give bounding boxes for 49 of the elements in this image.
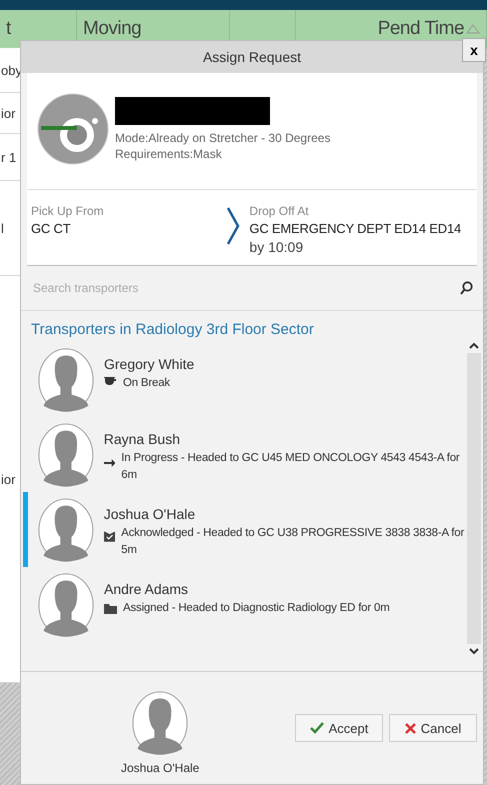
column-header[interactable]: t xyxy=(6,18,11,40)
group-heading: Transporters in Radiology 3rd Floor Sector xyxy=(30,320,315,340)
transporter-status: On Break xyxy=(123,376,170,391)
arrow-icon xyxy=(104,458,116,468)
transporter-item[interactable]: Joshua O'Hale Acknowledged - Headed to GC U38 PROGRESSIVE 3838 3838-A for 5m xyxy=(23,492,465,567)
folder-icon xyxy=(104,603,117,614)
avatar-icon xyxy=(38,498,94,562)
chevron-right-icon xyxy=(225,206,242,246)
table-cell: r 1 xyxy=(0,150,16,164)
dialog-title: Assign Request xyxy=(202,49,302,65)
avatar-icon xyxy=(38,573,94,638)
dropoff-label: Drop Off At xyxy=(249,204,310,218)
transporter-item[interactable]: Andre Adams Assigned - Headed to Diagnostic Radiology ED for 0m xyxy=(23,567,465,642)
transporter-status: In Progress - Headed to GC U45 MED ONCOLOGY 4543 4543-A for 6m xyxy=(121,451,461,483)
assignee-name: Joshua O'Hale xyxy=(121,761,200,776)
cup-icon xyxy=(104,375,117,386)
column-header[interactable]: Moving xyxy=(83,18,142,40)
transport-mode: Mode:Already on Stretcher - 30 Degrees xyxy=(115,131,330,145)
column-header[interactable]: Pend Time xyxy=(378,18,464,40)
transporter-item[interactable]: Rayna Bush In Progress - Headed to GC U45 MED ONCOLOGY 4543 4543-A for 6m xyxy=(23,417,465,492)
search-field[interactable]: Search transporters xyxy=(31,280,460,296)
dropoff-location: GC EMERGENCY DEPT ED14 ED14 xyxy=(249,221,462,236)
transporter-status: Acknowledged - Headed to GC U38 PROGRESSIVE 3838 3838-A for 5m xyxy=(121,526,465,558)
avatar-icon xyxy=(38,423,94,488)
transporter-status: Assigned - Headed to Diagnostic Radiology ED for 0m xyxy=(123,601,390,616)
checkmark-icon xyxy=(310,722,324,734)
search-icon xyxy=(460,281,473,295)
chevron-up-icon[interactable] xyxy=(469,342,479,349)
close-button[interactable]: x xyxy=(462,38,486,62)
table-cell: ior xyxy=(0,472,16,486)
cancel-button[interactable]: Cancel xyxy=(389,714,477,742)
pickup-location: GC CT xyxy=(31,221,72,236)
pickup-label: Pick Up From xyxy=(31,204,105,218)
requirements: Requirements:Mask xyxy=(115,147,223,161)
transporter-name: Gregory White xyxy=(104,356,194,372)
avatar-icon xyxy=(38,348,94,412)
transporter-name: Andre Adams xyxy=(104,581,190,597)
camera-icon xyxy=(37,93,109,165)
table-cell: l xyxy=(0,220,4,236)
chevron-down-icon[interactable] xyxy=(469,648,479,655)
close-icon xyxy=(404,722,416,734)
transporter-name: Rayna Bush xyxy=(104,431,182,447)
transporter-item[interactable]: Gregory White On Break xyxy=(23,342,465,417)
due-time: by 10:09 xyxy=(249,239,304,255)
transporter-name: Joshua O'Hale xyxy=(104,506,196,522)
envelope-icon xyxy=(104,531,116,542)
avatar-icon xyxy=(132,690,188,756)
table-cell: ior xyxy=(0,106,16,120)
accept-button[interactable]: Accept xyxy=(295,714,383,742)
